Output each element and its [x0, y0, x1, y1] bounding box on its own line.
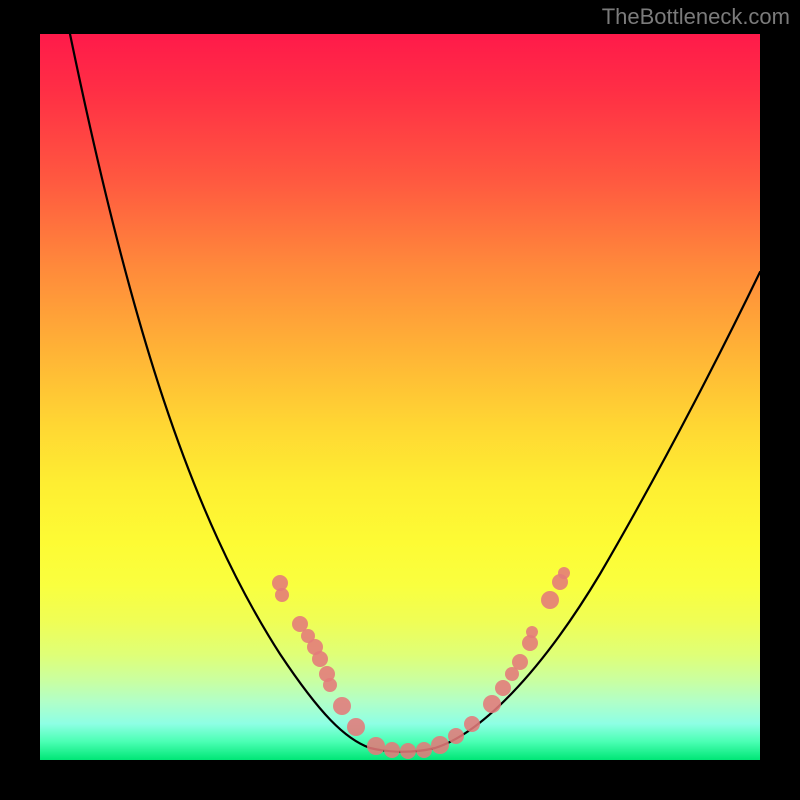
data-marker [483, 695, 501, 713]
data-marker [323, 678, 337, 692]
data-marker [526, 626, 538, 638]
data-marker [431, 736, 449, 754]
data-marker [312, 651, 328, 667]
data-marker [333, 697, 351, 715]
data-marker [347, 718, 365, 736]
data-marker [400, 743, 416, 759]
data-marker [275, 588, 289, 602]
bottleneck-curve [70, 34, 760, 752]
data-marker [495, 680, 511, 696]
data-marker [384, 742, 400, 758]
data-marker [464, 716, 480, 732]
watermark-text: TheBottleneck.com [602, 4, 790, 30]
data-marker [448, 728, 464, 744]
data-marker [367, 737, 385, 755]
chart-svg [40, 34, 760, 760]
data-marker [416, 742, 432, 758]
marker-layer [272, 567, 570, 759]
plot-area [40, 34, 760, 760]
data-marker [512, 654, 528, 670]
data-marker [558, 567, 570, 579]
data-marker [541, 591, 559, 609]
chart-frame: TheBottleneck.com [0, 0, 800, 800]
